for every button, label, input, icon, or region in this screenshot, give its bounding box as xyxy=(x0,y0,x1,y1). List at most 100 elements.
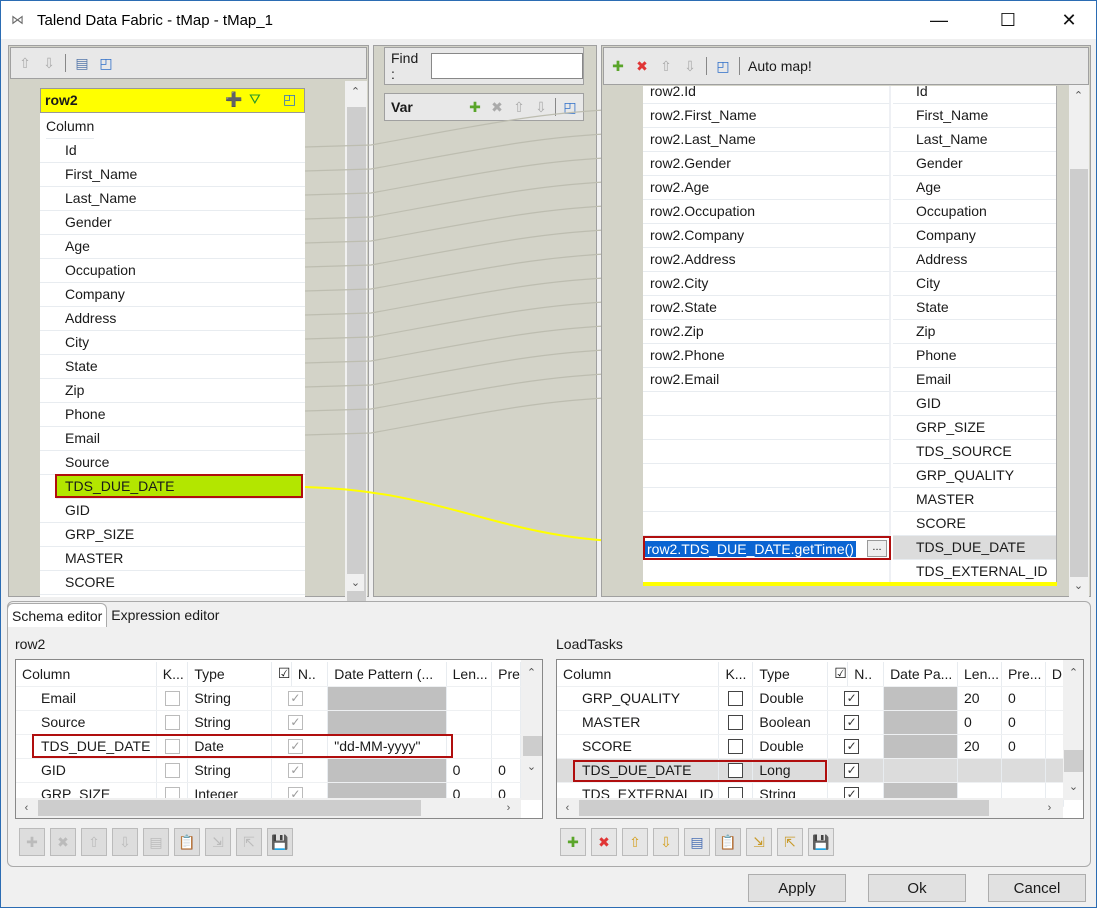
date-pattern-cell[interactable] xyxy=(883,758,958,783)
move-down-icon[interactable]: ⇩ xyxy=(653,828,679,856)
copy-icon[interactable]: ▤ xyxy=(684,828,710,856)
schema-header-cell[interactable]: N.. xyxy=(291,662,329,687)
minimize-button[interactable]: — xyxy=(916,1,962,39)
find-input[interactable] xyxy=(431,53,583,79)
right-schema-hscroll[interactable]: ‹ › xyxy=(557,798,1063,818)
input-column-row[interactable]: GID xyxy=(40,499,305,523)
output-column-cell[interactable]: Company xyxy=(893,224,1056,248)
add-output-icon[interactable]: ✚ xyxy=(610,58,626,75)
input-column-row[interactable]: Id xyxy=(40,139,305,163)
ellipsis-button[interactable]: ... xyxy=(867,540,887,557)
schema-row[interactable]: GRP_QUALITY Double ✓ 20 0 xyxy=(557,686,1065,711)
scroll-down-icon[interactable]: ⌄ xyxy=(523,758,540,775)
filter-icon[interactable]: ⛛ xyxy=(249,91,261,108)
schema-header-cell[interactable]: Date Pattern (... xyxy=(327,662,447,687)
output-expression-cell[interactable]: row2.TDS_DUE_DATE.getTime()... xyxy=(643,536,891,560)
schema-type-cell[interactable]: Double xyxy=(752,686,829,711)
default-cell[interactable] xyxy=(1045,686,1065,711)
scroll-down-icon[interactable]: ⌄ xyxy=(1070,577,1087,594)
remove-icon[interactable]: ✖ xyxy=(591,828,617,856)
scroll-down-icon[interactable]: ⌄ xyxy=(1065,778,1082,795)
output-expression-cell[interactable]: row2.State xyxy=(643,296,891,320)
table-properties-icon[interactable]: ▤ xyxy=(74,55,90,72)
nullable-checkbox[interactable]: ✓ xyxy=(287,763,303,779)
schema-column-cell[interactable]: GRP_QUALITY xyxy=(557,686,720,711)
right-schema-vscroll[interactable]: ⌃ ⌄ xyxy=(1063,660,1083,800)
input-column-row[interactable]: GRP_SIZE xyxy=(40,523,305,547)
scroll-up-icon[interactable]: ⌃ xyxy=(523,664,540,681)
key-checkbox[interactable] xyxy=(728,739,744,755)
output-column-cell[interactable]: TDS_EXTERNAL_ID xyxy=(893,560,1056,584)
output-expression-cell[interactable] xyxy=(643,488,891,512)
length-cell[interactable] xyxy=(446,686,493,711)
schema-header-cell[interactable]: D xyxy=(1045,662,1065,687)
move-up-icon[interactable]: ⇧ xyxy=(622,828,648,856)
schema-row[interactable]: MASTER Boolean ✓ 0 0 xyxy=(557,710,1065,735)
tab-schema-editor[interactable]: Schema editor xyxy=(7,603,108,627)
output-expression-cell[interactable]: row2.Email xyxy=(643,368,891,392)
output-column-cell[interactable]: Occupation xyxy=(893,200,1056,224)
copy-icon[interactable]: ▤ xyxy=(143,828,169,856)
scroll-thumb[interactable] xyxy=(1070,169,1088,577)
schema-header-cell[interactable]: ☑ xyxy=(271,662,292,687)
export-icon[interactable]: ⇱ xyxy=(236,828,262,856)
remove-icon[interactable]: ✖ xyxy=(50,828,76,856)
scroll-down-icon[interactable]: ⌄ xyxy=(347,574,364,591)
output-column-cell[interactable]: Email xyxy=(893,368,1056,392)
schema-row[interactable]: GID String ✓ 0 0 xyxy=(16,758,521,783)
schema-column-cell[interactable]: MASTER xyxy=(557,710,720,735)
scroll-thumb[interactable] xyxy=(523,736,542,756)
schema-header-cell[interactable]: Type xyxy=(752,662,829,687)
schema-header-cell[interactable]: K... xyxy=(156,662,189,687)
output-column-cell[interactable]: Id xyxy=(893,86,1056,104)
move-down-icon[interactable]: ⇩ xyxy=(112,828,138,856)
minimize-table-icon[interactable]: ◰ xyxy=(283,91,296,108)
precision-cell[interactable] xyxy=(491,734,521,759)
output-expression-cell[interactable] xyxy=(643,560,891,584)
length-cell[interactable] xyxy=(446,710,493,735)
output-column-cell[interactable]: GID xyxy=(893,392,1056,416)
move-up-icon[interactable]: ⇧ xyxy=(17,55,33,72)
schema-type-cell[interactable]: Boolean xyxy=(752,710,829,735)
input-column-row[interactable]: Last_Name xyxy=(40,187,305,211)
scroll-thumb[interactable] xyxy=(38,800,421,816)
move-down-icon[interactable]: ⇩ xyxy=(41,55,57,72)
scroll-right-icon[interactable]: › xyxy=(500,799,517,816)
precision-cell[interactable]: 0 xyxy=(1001,734,1046,759)
precision-cell[interactable] xyxy=(491,710,521,735)
schema-column-cell[interactable]: SCORE xyxy=(557,734,720,759)
minimize-output-icon[interactable]: ◰ xyxy=(715,58,731,75)
schema-column-cell[interactable]: Email xyxy=(16,686,157,711)
schema-header-cell[interactable]: Column xyxy=(16,662,157,687)
scroll-up-icon[interactable]: ⌃ xyxy=(1070,87,1087,104)
left-schema-hscroll[interactable]: ‹ › xyxy=(16,798,521,818)
output-expression-cell[interactable]: row2.Phone xyxy=(643,344,891,368)
scroll-right-icon[interactable]: › xyxy=(1041,799,1058,816)
schema-type-cell[interactable]: Double xyxy=(752,734,829,759)
nullable-checkbox[interactable]: ✓ xyxy=(287,715,303,731)
nullable-checkbox[interactable]: ✓ xyxy=(844,691,860,707)
precision-cell[interactable] xyxy=(491,686,521,711)
output-column-cell[interactable]: City xyxy=(893,272,1056,296)
import-icon[interactable]: ⇲ xyxy=(205,828,231,856)
output-column-cell[interactable]: First_Name xyxy=(893,104,1056,128)
key-checkbox[interactable] xyxy=(164,763,180,779)
default-cell[interactable] xyxy=(1045,734,1065,759)
output-expression-cell[interactable]: row2.Gender xyxy=(643,152,891,176)
length-cell[interactable]: 0 xyxy=(446,758,493,783)
remove-output-icon[interactable]: ✖ xyxy=(634,58,650,75)
schema-type-cell[interactable]: String xyxy=(187,710,272,735)
save-icon[interactable]: 💾 xyxy=(808,828,834,856)
output-column-cell[interactable]: Address xyxy=(893,248,1056,272)
schema-header-cell[interactable]: Pre... xyxy=(1001,662,1046,687)
output-expression-cell[interactable]: row2.Occupation xyxy=(643,200,891,224)
input-column-row[interactable]: MASTER xyxy=(40,547,305,571)
paste-icon[interactable]: 📋 xyxy=(174,828,200,856)
add-join-icon[interactable]: ➕ xyxy=(225,91,242,108)
output-expression-cell[interactable]: row2.Company xyxy=(643,224,891,248)
scroll-left-icon[interactable]: ‹ xyxy=(559,799,576,816)
minimize-tables-icon[interactable]: ◰ xyxy=(98,55,114,72)
schema-type-cell[interactable]: String xyxy=(187,686,272,711)
output-column-cell[interactable]: MASTER xyxy=(893,488,1056,512)
input-column-row[interactable]: Age xyxy=(40,235,305,259)
